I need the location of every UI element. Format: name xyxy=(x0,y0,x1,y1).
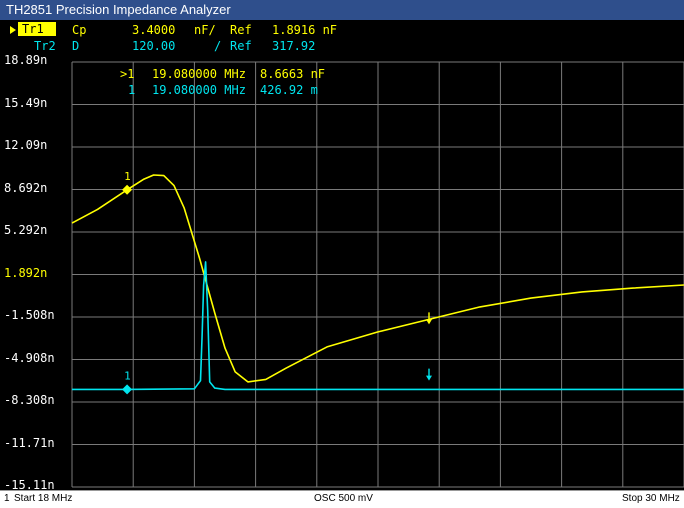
trace-chart[interactable]: 11 >1 19.080000 MHz 8.6663 nF 1 19.080000 M… xyxy=(0,60,684,490)
marker-number-tr2: 1 xyxy=(124,369,131,382)
readout-value-tr2: 426.92 m xyxy=(260,83,318,97)
ref-arrow-head-tr2 xyxy=(426,375,432,381)
ref-arrow-head-tr1 xyxy=(426,319,432,325)
readout-prefix-tr2: 1 xyxy=(128,83,135,97)
window-title: TH2851 Precision Impedance Analyzer xyxy=(6,2,231,17)
trace-scale-tr1: 3.4000 xyxy=(132,23,176,37)
trace-row-tr1[interactable]: Tr1 Cp 3.4000 nF/ Ref 1.8916 nF xyxy=(0,22,337,38)
trace-ref-label-tr1: Ref xyxy=(230,23,252,37)
marker-number-tr1: 1 xyxy=(124,170,131,183)
trace-row-tr2[interactable]: Tr2 D 120.00 / Ref 317.92 xyxy=(0,38,315,54)
trace-ref-value-tr1: 1.8916 nF xyxy=(272,23,338,37)
trace-ref-value-tr2: 317.92 xyxy=(272,39,316,53)
marker-readout: >1 19.080000 MHz 8.6663 nF 1 19.080000 MHz 4… xyxy=(120,67,325,97)
plot-area[interactable]: 18.89n 15.49n 12.09n 8.692n 5.292n 1.892n -1.5… xyxy=(0,53,684,492)
active-trace-arrow-icon xyxy=(10,26,16,34)
marker-layer: 11 xyxy=(122,170,432,395)
readout-freq-tr1: 19.080000 MHz xyxy=(152,67,246,81)
marker-diamond-tr2 xyxy=(122,384,133,395)
trace-header: Tr1 Cp 3.4000 nF/ Ref 1.8916 nF Tr2 D 12… xyxy=(0,20,684,60)
readout-freq-tr2: 19.080000 MHz xyxy=(152,83,246,97)
trace-scale-tr2: 120.00 xyxy=(132,39,176,53)
trace-unit-tr2: / xyxy=(214,39,222,53)
marker-readout-tr2: 1 19.080000 MHz 426.92 m xyxy=(128,83,318,97)
marker-diamond-tr1 xyxy=(122,184,133,195)
trace-unit-tr1: nF/ xyxy=(194,23,216,37)
trace-label-tr2[interactable]: Tr2 xyxy=(34,38,56,54)
grid-lines xyxy=(71,61,684,488)
status-channel: 1 xyxy=(4,493,10,504)
trace-ref-label-tr2: Ref xyxy=(230,39,252,53)
status-start-freq[interactable]: Start 18 MHz xyxy=(14,491,72,507)
window-title-bar: TH2851 Precision Impedance Analyzer xyxy=(0,0,684,20)
readout-prefix-tr1: >1 xyxy=(120,67,134,81)
status-osc-level[interactable]: OSC 500 mV xyxy=(314,491,373,507)
trace-param-tr2: D xyxy=(72,39,80,53)
trace-label-tr1[interactable]: Tr1 xyxy=(18,22,56,36)
trace-param-tr1: Cp xyxy=(72,23,87,37)
status-stop-freq[interactable]: Stop 30 MHz xyxy=(622,491,680,507)
status-bar: 1 Start 18 MHz OSC 500 mV Stop 30 MHz xyxy=(0,490,684,508)
readout-value-tr1: 8.6663 nF xyxy=(260,67,325,81)
marker-readout-tr1: >1 19.080000 MHz 8.6663 nF xyxy=(120,67,325,81)
